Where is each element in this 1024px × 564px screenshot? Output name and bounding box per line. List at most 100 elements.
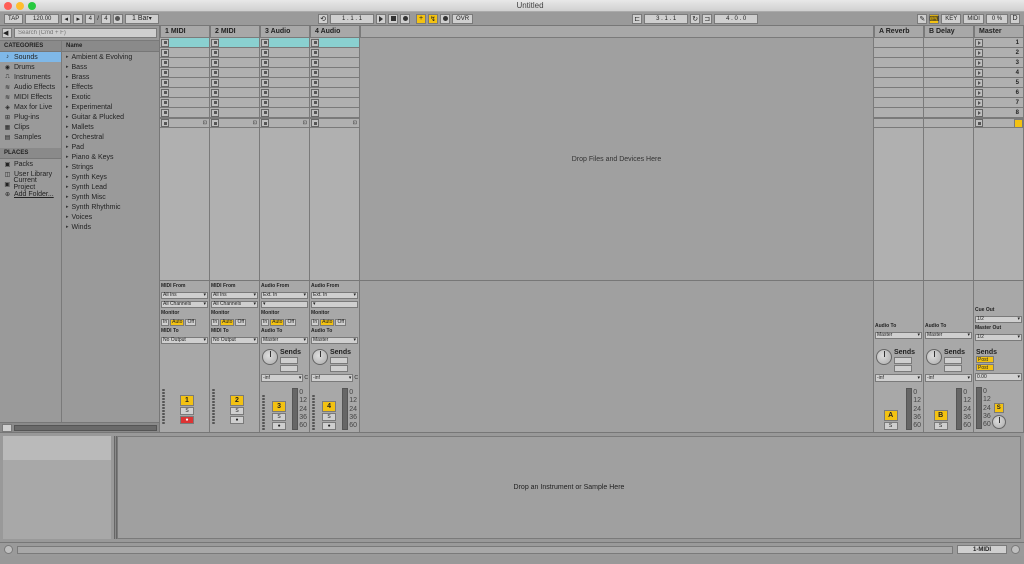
scene-number[interactable]: 7 (983, 100, 1023, 106)
pan-knob[interactable] (926, 349, 942, 365)
scene-play-button[interactable] (975, 69, 983, 77)
time-sig-den[interactable]: 4 (101, 14, 111, 24)
key-map-button[interactable]: KEY (941, 14, 961, 24)
scene-play-button[interactable] (975, 79, 983, 87)
send-knob[interactable] (944, 365, 962, 372)
audio-channel-selector[interactable] (311, 301, 358, 308)
browser-folder-item[interactable]: ▸Experimental (62, 102, 159, 112)
track-header[interactable]: 4 Audio (310, 26, 360, 38)
clip-stop-button[interactable] (261, 59, 269, 67)
clip-slot[interactable] (210, 48, 259, 58)
clip-stop-button[interactable] (311, 89, 319, 97)
clip-slot[interactable] (210, 58, 259, 68)
arm-button[interactable]: ● (180, 416, 194, 424)
session-drop-zone[interactable]: Drop Files and Devices Here (360, 38, 874, 280)
solo-button[interactable]: S (230, 407, 244, 415)
clip-stop-button[interactable] (161, 39, 169, 47)
clip-stop-button[interactable] (161, 109, 169, 117)
category-item[interactable]: ≋Audio Effects (0, 82, 61, 92)
send-b-knob[interactable] (280, 365, 298, 372)
clip-stop-button[interactable] (161, 59, 169, 67)
clip-stop-button[interactable] (261, 89, 269, 97)
clip-stop-button[interactable] (261, 79, 269, 87)
return-activator-button[interactable]: A (884, 410, 898, 421)
track-name-label[interactable]: 1 MIDI (165, 28, 186, 35)
category-item[interactable]: ◉Drums (0, 62, 61, 72)
session-arrangement-toggle-icon[interactable] (1014, 119, 1023, 128)
draw-mode-icon[interactable]: ✎ (917, 14, 927, 24)
scene-play-button[interactable] (975, 49, 983, 57)
clip-stop-button[interactable] (261, 69, 269, 77)
track-name-label[interactable]: 3 Audio (265, 28, 290, 35)
follow-icon[interactable]: ⟲ (318, 14, 328, 24)
pan-knob[interactable] (262, 349, 278, 365)
solo-button[interactable]: S (934, 422, 948, 430)
browser-collapse-icon[interactable]: ◀ (2, 28, 12, 38)
pan-knob[interactable] (312, 349, 328, 365)
browser-folder-item[interactable]: ▸Effects (62, 82, 159, 92)
loop-length[interactable]: 4 . 0 . 0 (714, 14, 758, 24)
clip-slot[interactable] (260, 78, 309, 88)
play-button[interactable] (376, 14, 386, 24)
punch-out-icon[interactable]: ⊐ (702, 14, 712, 24)
track-stop-button[interactable] (211, 119, 219, 127)
track-header[interactable]: 2 MIDI (210, 26, 260, 38)
browser-folder-item[interactable]: ▸Synth Lead (62, 182, 159, 192)
clip-stop-button[interactable] (161, 49, 169, 57)
monitor-auto-button[interactable]: Auto (320, 319, 334, 326)
clip-slot[interactable] (210, 68, 259, 78)
clip-stop-button[interactable] (161, 79, 169, 87)
clip-stop-button[interactable] (161, 89, 169, 97)
clip-slot[interactable] (210, 88, 259, 98)
io-toggle-icon[interactable]: ⊡ (303, 120, 307, 126)
solo-cue-toggle[interactable]: S (994, 403, 1004, 413)
track-name-label[interactable]: 4 Audio (315, 28, 340, 35)
clip-slot[interactable] (260, 98, 309, 108)
audio-channel-selector[interactable] (261, 301, 308, 308)
track-header[interactable]: 1 MIDI (160, 26, 210, 38)
clip-slot[interactable] (260, 68, 309, 78)
tempo-field[interactable]: 120.00 (25, 14, 59, 24)
clip-slot[interactable] (310, 108, 359, 118)
clip-stop-button[interactable] (311, 49, 319, 57)
scene-launch-slot[interactable]: 1 (974, 38, 1023, 48)
send-a-knob[interactable] (280, 357, 298, 364)
clip-slot[interactable] (260, 38, 309, 48)
time-sig-num[interactable]: 4 (85, 14, 95, 24)
track-activator-button[interactable]: 4 (322, 401, 336, 412)
arm-button[interactable]: ● (322, 422, 336, 430)
send-a-knob[interactable] (330, 357, 348, 364)
return-track-header[interactable]: B Delay (924, 26, 974, 38)
tap-tempo-button[interactable]: TAP (4, 14, 23, 24)
monitor-auto-button[interactable]: Auto (270, 319, 284, 326)
clip-stop-button[interactable] (161, 69, 169, 77)
track-name-label[interactable]: Master (979, 28, 1002, 35)
category-item[interactable]: ⎍Instruments (0, 72, 61, 82)
clip-slot[interactable] (310, 68, 359, 78)
clip-stop-button[interactable] (211, 79, 219, 87)
arm-button[interactable]: ● (272, 422, 286, 430)
clip-slot[interactable] (160, 98, 209, 108)
audio-to-selector[interactable]: Master (261, 337, 308, 344)
browser-folder-item[interactable]: ▸Winds (62, 222, 159, 232)
status-show-hide-icon[interactable] (4, 545, 13, 554)
midi-map-button[interactable]: MIDI (963, 14, 984, 24)
clip-slot[interactable] (310, 48, 359, 58)
monitor-in-button[interactable]: In (311, 319, 319, 326)
clip-slot[interactable] (210, 78, 259, 88)
midi-to-selector[interactable]: No Output (161, 337, 208, 344)
places-item[interactable]: ⊕Add Folder... (0, 189, 61, 199)
clip-stop-button[interactable] (261, 109, 269, 117)
stop-all-clips-button[interactable] (975, 119, 983, 127)
scene-launch-slot[interactable]: 8 (974, 108, 1023, 118)
minimize-window-icon[interactable] (16, 2, 24, 10)
places-item[interactable]: ▣Current Project (0, 179, 61, 189)
clip-stop-button[interactable] (211, 99, 219, 107)
clip-slot[interactable] (160, 58, 209, 68)
status-right-icon[interactable] (1011, 545, 1020, 554)
monitor-in-button[interactable]: In (261, 319, 269, 326)
scene-play-button[interactable] (975, 59, 983, 67)
arm-button[interactable]: ● (230, 416, 244, 424)
arrangement-position[interactable]: 1 . 1 . 1 (330, 14, 374, 24)
clip-stop-button[interactable] (261, 99, 269, 107)
